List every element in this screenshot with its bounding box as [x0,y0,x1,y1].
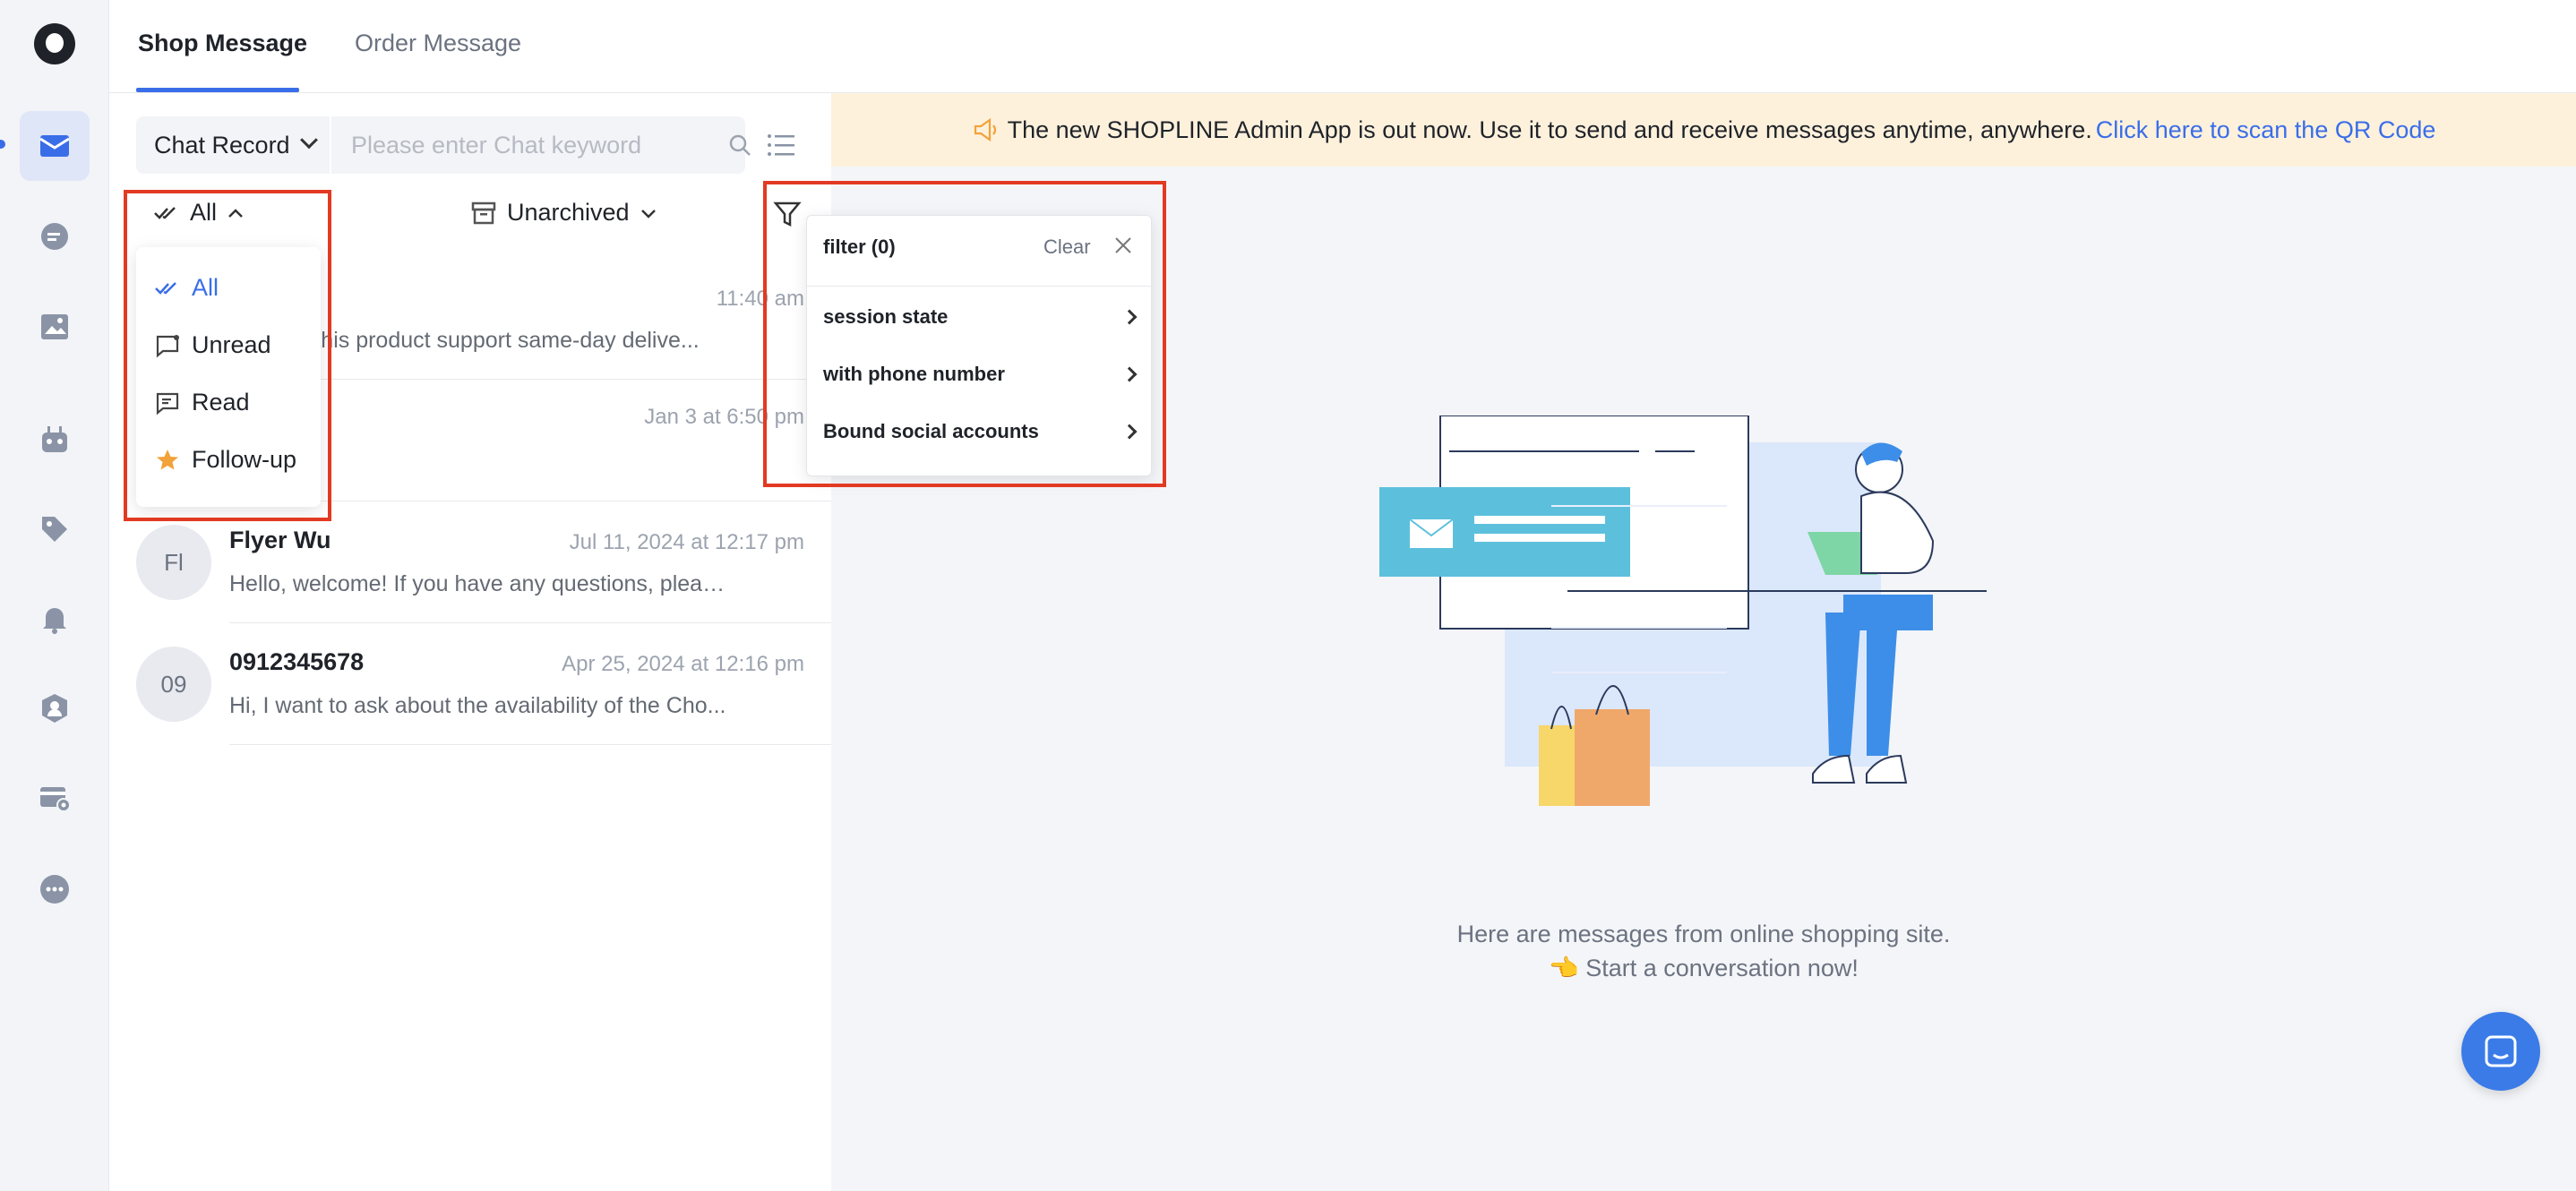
empty-state-line1: Here are messages from online shopping s… [1456,921,1951,947]
list-view-icon[interactable] [765,129,797,161]
chat-bubble-icon[interactable] [20,202,90,272]
bell-icon[interactable] [20,584,90,654]
chevron-down-icon [640,209,656,218]
search-input[interactable] [351,127,691,163]
speaker-icon [974,117,996,142]
archive-label: Unarchived [507,199,630,226]
user-shield-icon[interactable] [20,673,90,743]
chevron-down-icon [299,131,318,150]
scan-qr-link[interactable]: Click here to scan the QR Code [2096,116,2436,144]
highlight-box-read-filter [124,190,331,521]
conversation-item[interactable]: 09 0912345678 Apr 25, 2024 at 12:16 pm H… [109,623,831,745]
avatar: Fl [136,525,211,600]
tag-icon[interactable] [20,494,90,564]
empty-state-line2: 👈 Start a conversation now! [1549,955,1859,981]
highlight-box-filter-popover [763,181,1166,487]
shopline-logo[interactable] [34,23,75,64]
search-box: Chat Record [136,116,751,174]
sidebar [0,0,109,1191]
chat-support-icon [2485,1035,2517,1067]
search-type-label: Chat Record [154,131,290,159]
conversation-snippet: Hi, I want to ask about the availability… [229,693,726,718]
card-settings-icon[interactable] [20,763,90,833]
tab-order-message[interactable]: Order Message [355,30,521,57]
archive-filter[interactable]: Unarchived [471,199,657,227]
conversation-snippet: Hello, welcome! If you have any question… [229,571,731,596]
robot-icon[interactable] [20,405,90,475]
chat-support-button[interactable] [2461,1012,2540,1091]
mail-icon[interactable] [20,111,90,181]
conversation-time: Jul 11, 2024 at 12:17 pm [569,530,804,554]
empty-state-text: Here are messages from online shopping s… [831,917,2576,985]
active-indicator [0,140,5,149]
conversation-time: Apr 25, 2024 at 12:16 pm [562,652,804,676]
search-type-select[interactable]: Chat Record [136,116,331,174]
more-icon[interactable] [20,854,90,924]
empty-state-illustration [1379,416,1987,806]
message-tabs: Shop Message Order Message [109,0,2576,93]
divider [229,744,831,745]
search-icon[interactable] [727,133,752,158]
archive-icon [471,201,496,224]
banner-text: The new SHOPLINE Admin App is out now. U… [1007,116,2092,143]
conversation-name: Flyer Wu [229,527,331,553]
image-icon[interactable] [20,292,90,362]
avatar: 09 [136,647,211,722]
app-announcement-banner: The new SHOPLINE Admin App is out now. U… [831,93,2576,167]
conversation-snippet: es this product support same-day delive.… [285,328,700,353]
conversation-name: 0912345678 [229,648,365,675]
active-tab-underline [136,88,299,92]
tab-shop-message[interactable]: Shop Message [138,30,307,57]
